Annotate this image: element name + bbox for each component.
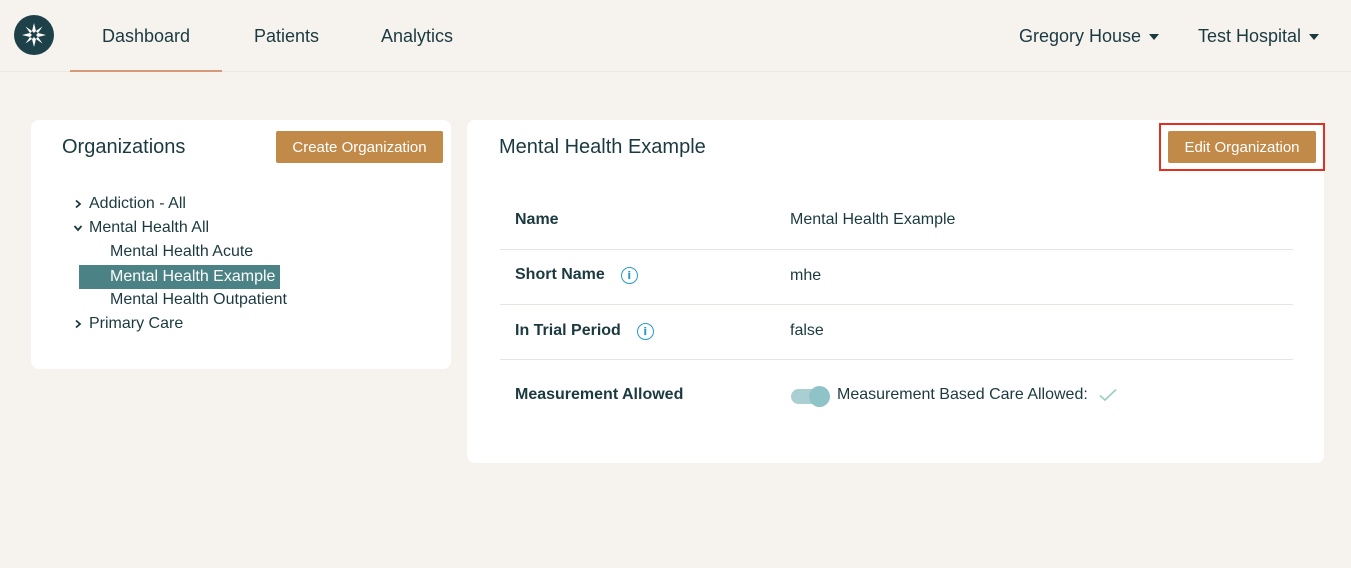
chevron-right-icon[interactable] [71,319,85,329]
info-icon[interactable]: i [620,266,638,284]
field-label-text: Measurement Allowed [515,386,684,403]
checkmark-icon [1099,388,1117,402]
organization-menu-dropdown[interactable]: Test Hospital [1198,0,1320,72]
nav-tab-analytics[interactable]: Analytics [381,0,453,72]
field-label-short-name: Short Name i [515,266,638,284]
organization-detail-panel [467,120,1324,463]
field-label-in-trial-period: In Trial Period i [515,322,654,340]
field-value-measurement-allowed: Measurement Based Care Allowed: [837,386,1118,404]
measurement-toggle[interactable] [791,386,830,407]
chevron-down-icon[interactable] [71,223,85,233]
tree-item-mental-health-acute[interactable]: Mental Health Acute [110,240,253,264]
star-logo-icon [22,23,46,47]
info-icon[interactable]: i [636,322,654,340]
measurement-allowed-text: Measurement Based Care Allowed: [837,386,1088,403]
user-menu-dropdown[interactable]: Gregory House [1019,0,1160,72]
row-divider [500,249,1293,250]
tree-item-label: Mental Health Outpatient [110,291,287,308]
tree-item-label: Mental Health Acute [110,243,254,260]
tree-item-primary-care[interactable]: Primary Care [71,312,183,336]
nav-tab-label: Analytics [381,25,454,46]
nav-tab-patients[interactable]: Patients [254,0,319,72]
organization-name: Test Hospital [1198,25,1302,46]
field-label-text: Name [515,211,559,228]
tree-item-label: Mental Health All [89,219,210,236]
row-divider [500,359,1293,360]
tree-item-mental-health-example[interactable]: Mental Health Example [79,265,280,289]
tree-item-label: Addiction - All [89,195,186,212]
organizations-title: Organizations [62,136,186,158]
field-label-measurement-allowed: Measurement Allowed [515,386,683,404]
chevron-right-icon[interactable] [71,199,85,209]
tree-item-addiction-all[interactable]: Addiction - All [71,192,186,216]
toggle-knob [809,386,830,407]
row-divider [500,304,1293,305]
field-label-text: In Trial Period [515,322,621,339]
tree-item-mental-health-outpatient[interactable]: Mental Health Outpatient [110,288,287,312]
top-navbar: Dashboard Patients Analytics Gregory Hou… [0,0,1351,72]
field-label-name: Name [515,211,559,229]
create-organization-button[interactable]: Create Organization [276,131,443,163]
organization-detail-title: Mental Health Example [499,136,706,158]
field-value-short-name: mhe [790,267,822,284]
nav-tab-label: Dashboard [102,25,191,46]
nav-tab-dashboard[interactable]: Dashboard [69,0,223,72]
tree-item-mental-health-all[interactable]: Mental Health All [71,216,209,240]
tree-item-label: Primary Care [89,315,184,332]
field-label-text: Short Name [515,266,605,283]
tree-item-label: Mental Health Example [110,268,276,285]
user-name: Gregory House [1019,25,1142,46]
app-logo[interactable] [14,15,54,55]
field-value-name: Mental Health Example [790,211,956,228]
caret-down-icon [1149,34,1160,40]
field-value-in-trial-period: false [790,322,824,339]
edit-organization-button[interactable]: Edit Organization [1168,131,1316,163]
caret-down-icon [1309,34,1320,40]
nav-tab-label: Patients [254,25,320,46]
